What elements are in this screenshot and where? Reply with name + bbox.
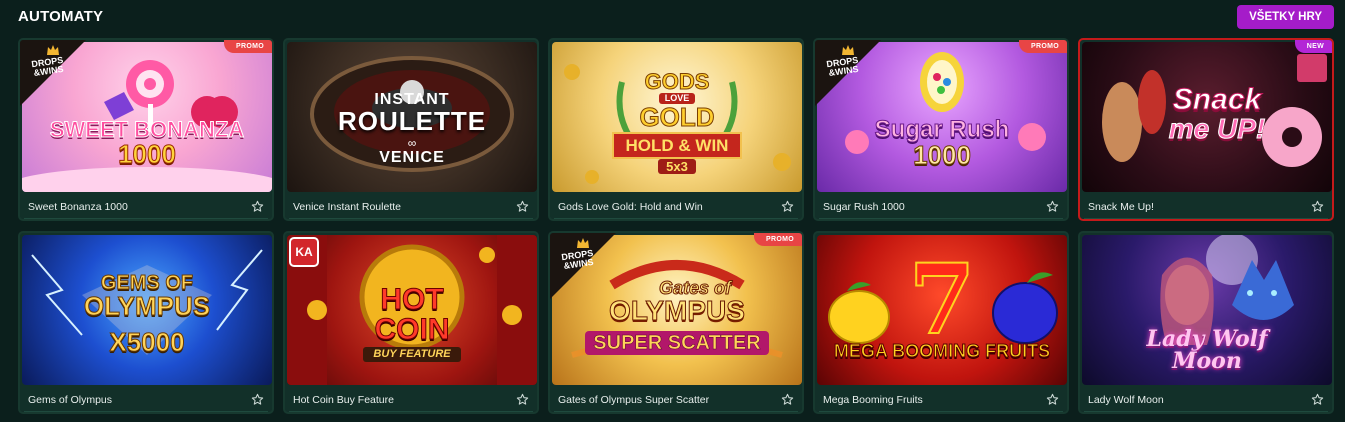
game-logo-line: Moon	[1172, 348, 1242, 374]
games-grid: SWEET BONANZA 1000 DROPS &WINS PROMO Swee…	[18, 38, 1334, 414]
game-logo-line: HOLD & WIN	[611, 131, 743, 159]
game-thumbnail[interactable]: HOT COIN BUY FEATURE	[287, 235, 537, 385]
game-logo-line: 5x3	[658, 158, 696, 174]
game-logo-line: ROULETTE	[337, 106, 487, 136]
game-card-footer: Lady Wolf Moon	[1080, 387, 1332, 412]
game-thumbnail[interactable]: GEMS OF OLYMPUS X5000	[22, 235, 272, 385]
game-name: Lady Wolf Moon	[1088, 393, 1164, 406]
game-card[interactable]: SWEET BONANZA 1000 DROPS &WINS PROMO Swee…	[18, 38, 274, 221]
game-logo-line: BUY FEATURE	[363, 346, 461, 362]
game-logo-line: 1000	[118, 139, 177, 169]
game-card[interactable]: INSTANT ROULETTE ∞ VENICE Venice Instant…	[283, 38, 539, 221]
game-card-footer: Gems of Olympus	[20, 387, 272, 412]
game-name: Gems of Olympus	[28, 393, 113, 406]
game-card-footer: Venice Instant Roulette	[285, 194, 537, 219]
star-outline-icon[interactable]	[515, 200, 529, 214]
game-logo-line: OLYMPUS	[609, 295, 746, 326]
game-card[interactable]: Sugar Rush 1000 DROPS &WINS PROMO Sugar R…	[813, 38, 1069, 221]
promo-badge: PROMO	[754, 233, 802, 246]
view-all-games-button[interactable]: VŠETKY HRY	[1237, 5, 1334, 29]
game-card[interactable]: GODS LOVE GOLD HOLD & WIN 5x3 Gods Love …	[548, 38, 804, 221]
star-outline-icon[interactable]	[250, 393, 264, 407]
star-outline-icon[interactable]	[1045, 393, 1059, 407]
game-logo-line: me UP!	[1168, 113, 1266, 144]
game-card[interactable]: Lady Wolf Moon Lady Wolf Moon	[1078, 231, 1334, 414]
game-logo-line: MEGA BOOMING FRUITS	[833, 340, 1051, 361]
drops-wins-badge: DROPS &WINS	[20, 40, 86, 106]
game-logo-line: SWEET BONANZA	[49, 117, 245, 142]
infinity-icon: ∞	[407, 136, 417, 150]
game-name: Mega Booming Fruits	[823, 393, 923, 406]
section-header: AUTOMATY VŠETKY HRY	[18, 0, 1334, 32]
star-outline-icon[interactable]	[780, 393, 794, 407]
game-card-footer: Sweet Bonanza 1000	[20, 194, 272, 219]
game-thumbnail[interactable]: INSTANT ROULETTE ∞ VENICE	[287, 42, 537, 192]
game-card[interactable]: Snack me UP! NEW Snack Me Up!	[1078, 38, 1334, 221]
game-name: Venice Instant Roulette	[293, 200, 401, 213]
new-badge: NEW	[1294, 40, 1332, 53]
star-outline-icon[interactable]	[1310, 200, 1324, 214]
game-name: Hot Coin Buy Feature	[293, 393, 394, 406]
game-logo-line: COIN	[374, 312, 450, 346]
star-outline-icon[interactable]	[1045, 200, 1059, 214]
game-card-footer: Mega Booming Fruits	[815, 387, 1067, 412]
game-name: Gates of Olympus Super Scatter	[558, 393, 710, 406]
game-card[interactable]: GEMS OF OLYMPUS X5000 Gems of Olympus	[18, 231, 274, 414]
game-logo-line: OLYMPUS	[83, 291, 211, 321]
game-logo-line: 7	[908, 243, 977, 357]
game-thumbnail[interactable]: GODS LOVE GOLD HOLD & WIN 5x3	[552, 42, 802, 192]
section-title: AUTOMATY	[18, 7, 104, 25]
drops-wins-badge: DROPS &WINS	[815, 40, 881, 106]
game-logo-line: VENICE	[379, 149, 445, 166]
game-logo-line: GEMS OF	[100, 272, 194, 294]
game-logo-line: GOLD	[639, 101, 715, 132]
game-logo-line: Snack	[1172, 83, 1262, 116]
star-outline-icon[interactable]	[515, 393, 529, 407]
game-logo-line: 1000	[913, 140, 972, 170]
game-logo-line: SUPER SCATTER	[585, 331, 769, 355]
star-outline-icon[interactable]	[250, 200, 264, 214]
game-thumbnail[interactable]: Lady Wolf Moon	[1082, 235, 1332, 385]
game-name: Sugar Rush 1000	[823, 200, 905, 213]
game-name: Gods Love Gold: Hold and Win	[558, 200, 703, 213]
game-logo-line: X5000	[109, 327, 185, 357]
star-outline-icon[interactable]	[780, 200, 794, 214]
game-name: Sweet Bonanza 1000	[28, 200, 128, 213]
game-card[interactable]: HOT COIN BUY FEATURE KA Hot Coin Buy Fea…	[283, 231, 539, 414]
star-outline-icon[interactable]	[1310, 393, 1324, 407]
game-card-footer: Gods Love Gold: Hold and Win	[550, 194, 802, 219]
game-logo-line: HOT	[380, 282, 444, 316]
game-logo-line: GODS	[644, 68, 710, 94]
provider-logo: KA	[289, 237, 319, 267]
game-card[interactable]: Gates of OLYMPUS SUPER SCATTER DROPS &WIN…	[548, 231, 804, 414]
game-logo-line: Lady Wolf	[1146, 326, 1268, 352]
game-card-footer: Hot Coin Buy Feature	[285, 387, 537, 412]
drops-wins-badge: DROPS &WINS	[550, 233, 616, 299]
game-thumbnail[interactable]: Snack me UP!	[1082, 42, 1332, 192]
promo-badge: PROMO	[1019, 40, 1067, 53]
game-card-footer: Snack Me Up!	[1080, 194, 1332, 219]
promo-badge: PROMO	[224, 40, 272, 53]
game-card[interactable]: 7 MEGA BOOMING FRUITS Mega Booming Fruit…	[813, 231, 1069, 414]
game-name: Snack Me Up!	[1088, 200, 1154, 213]
game-thumbnail[interactable]: 7 MEGA BOOMING FRUITS	[817, 235, 1067, 385]
game-card-footer: Sugar Rush 1000	[815, 194, 1067, 219]
game-card-footer: Gates of Olympus Super Scatter	[550, 387, 802, 412]
game-logo-line: Sugar Rush	[874, 116, 1010, 143]
